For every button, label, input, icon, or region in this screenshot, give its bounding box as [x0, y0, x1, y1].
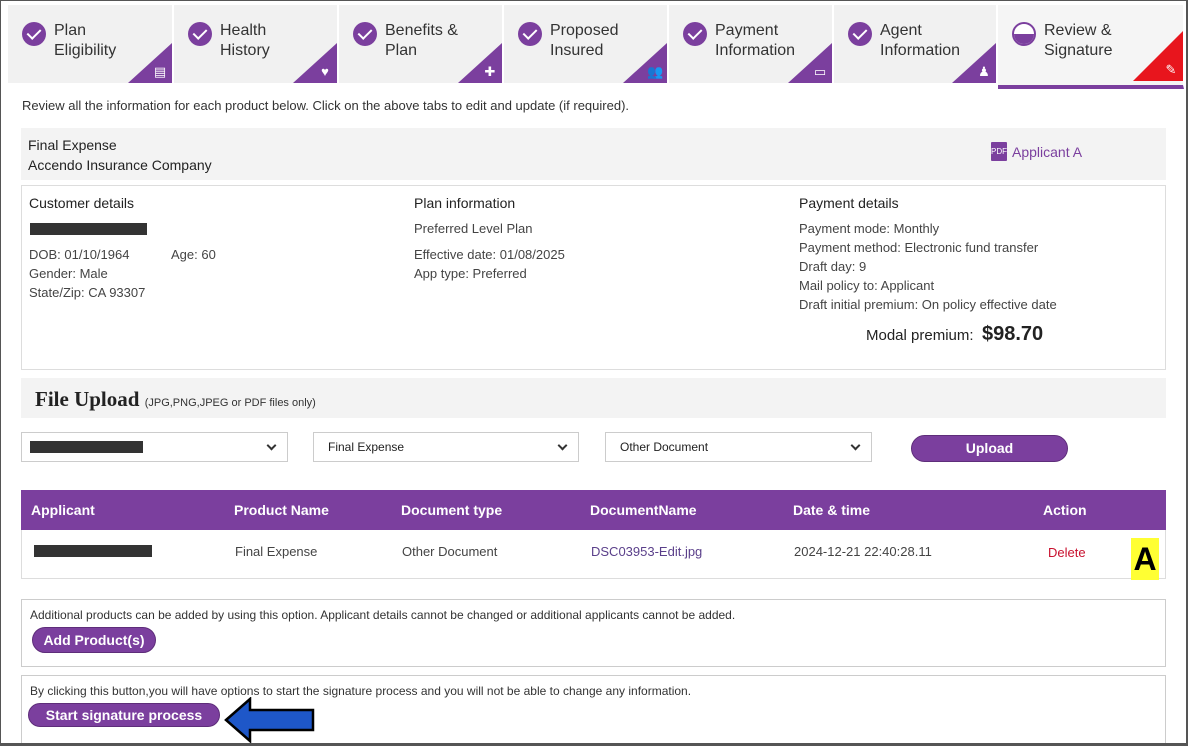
redacted-applicant-name — [34, 545, 152, 557]
applicant-link-label: Applicant A — [1012, 143, 1083, 160]
product-header: Final Expense Accendo Insurance Company … — [21, 128, 1166, 180]
header-document-name: DocumentName — [590, 502, 697, 518]
tab-payment-information[interactable]: Payment Information ▭ — [669, 5, 833, 83]
customer-dob: DOB: 01/10/1964 — [29, 247, 130, 262]
draft-day: Draft day: 9 — [799, 259, 867, 274]
row-date-time: 2024-12-21 22:40:28.11 — [794, 544, 932, 559]
file-upload-note: (JPG,PNG,JPEG or PDF files only) — [144, 397, 316, 409]
check-circle-icon — [22, 22, 46, 46]
add-products-note: Additional products can be added by usin… — [30, 608, 736, 622]
applicant-pdf-link[interactable]: PDF Applicant A — [991, 142, 1082, 161]
signature-note: By clicking this button,you will have op… — [30, 684, 692, 698]
document-type-select[interactable]: Other Document — [605, 432, 872, 462]
tab-label-line1: Agent — [880, 22, 922, 39]
customer-heading: Customer details — [29, 195, 135, 211]
product-select-value: Final Expense — [328, 440, 405, 454]
customer-state-zip: State/Zip: CA 93307 — [29, 285, 146, 300]
product-name: Final Expense — [28, 137, 117, 153]
tab-label-line2: Eligibility — [54, 42, 117, 59]
row-product-name: Final Expense — [235, 544, 318, 559]
check-circle-icon — [353, 22, 377, 46]
add-products-button[interactable]: Add Product(s) — [32, 627, 156, 653]
plan-app-type: App type: Preferred — [414, 266, 527, 281]
header-product-name: Product Name — [234, 502, 329, 518]
plan-heading: Plan information — [414, 195, 516, 211]
payment-method: Payment method: Electronic fund transfer — [799, 240, 1039, 255]
check-circle-icon — [518, 22, 542, 46]
tab-label-line1: Payment — [715, 22, 779, 39]
row-document-type: Other Document — [402, 544, 498, 559]
tab-label-line2: Information — [715, 42, 796, 59]
step-tabs: Plan Eligibility ▤ Health History ♥ Benefi… — [8, 5, 1184, 89]
add-products-panel: Additional products can be added by usin… — [21, 599, 1166, 667]
medical-kit-icon: ✚ — [484, 64, 496, 79]
payment-heading: Payment details — [799, 195, 899, 211]
signature-panel: By clicking this button,you will have op… — [21, 675, 1166, 743]
product-select[interactable]: Final Expense — [313, 432, 579, 462]
tab-proposed-insured[interactable]: Proposed Insured 👥 — [504, 5, 668, 83]
tab-health-history[interactable]: Health History ♥ — [174, 5, 338, 83]
chevron-down-icon — [557, 440, 568, 451]
modal-premium-label: Modal premium: — [866, 327, 974, 344]
tab-label-line2: Plan — [385, 42, 418, 59]
tab-agent-information[interactable]: Agent Information ♟ — [834, 5, 997, 83]
header-action: Action — [1043, 502, 1087, 518]
customer-age: Age: 60 — [171, 247, 216, 262]
delete-link[interactable]: Delete — [1048, 545, 1086, 560]
annotation-label-a: A — [1131, 538, 1159, 580]
check-circle-icon — [848, 22, 872, 46]
modal-premium-value: $98.70 — [982, 323, 1044, 345]
details-panel: Customer details DOB: 01/10/1964 Age: 60… — [21, 185, 1166, 370]
tab-plan-eligibility[interactable]: Plan Eligibility ▤ — [8, 5, 173, 83]
table-row: Final Expense Other Document DSC03953-Ed… — [21, 530, 1166, 579]
tab-label-line1: Proposed — [550, 22, 619, 39]
header-date-time: Date & time — [793, 502, 871, 518]
tab-label-line1: Review & — [1044, 22, 1112, 39]
tab-label-line2: Information — [880, 42, 961, 59]
heart-pulse-icon: ♥ — [321, 64, 329, 79]
check-circle-icon — [683, 22, 707, 46]
people-icon: 👥 — [647, 64, 664, 79]
document-icon: ▤ — [153, 64, 167, 79]
blue-arrow-icon — [224, 697, 315, 743]
row-document-link[interactable]: DSC03953-Edit.jpg — [591, 544, 702, 559]
intro-text: Review all the information for each prod… — [22, 98, 630, 113]
tab-label-line2: History — [220, 42, 270, 59]
customer-gender: Gender: Male — [29, 266, 108, 281]
tab-review-signature[interactable]: Review & Signature ✎ — [998, 5, 1184, 89]
tab-label-line1: Plan — [54, 22, 87, 39]
half-circle-icon — [1012, 22, 1036, 46]
file-upload-title: File Upload (JPG,PNG,JPEG or PDF files o… — [35, 387, 316, 412]
upload-button[interactable]: Upload — [911, 435, 1068, 462]
redacted-applicant — [30, 441, 143, 453]
draft-initial-premium: Draft initial premium: On policy effecti… — [799, 297, 1057, 312]
plan-name: Preferred Level Plan — [414, 221, 533, 236]
plan-effective-date: Effective date: 01/08/2025 — [414, 247, 565, 262]
check-circle-icon — [188, 22, 212, 46]
tab-label-line1: Health — [220, 22, 267, 39]
table-header: Applicant Product Name Document type Doc… — [21, 490, 1166, 530]
start-signature-button[interactable]: Start signature process — [28, 703, 220, 727]
redacted-name — [30, 223, 147, 235]
agent-icon: ♟ — [978, 64, 990, 79]
header-document-type: Document type — [401, 502, 503, 518]
header-applicant: Applicant — [31, 502, 95, 518]
chevron-down-icon — [850, 440, 861, 451]
tab-label-line1: Benefits & — [385, 22, 458, 39]
product-company: Accendo Insurance Company — [28, 157, 212, 173]
signature-icon: ✎ — [1165, 62, 1177, 77]
card-icon: ▭ — [813, 64, 827, 79]
tab-benefits-plan[interactable]: Benefits & Plan ✚ — [339, 5, 503, 83]
chevron-down-icon — [266, 440, 277, 451]
pdf-icon: PDF — [991, 142, 1007, 161]
tab-label-line2: Signature — [1044, 42, 1113, 59]
tab-label-line2: Insured — [550, 42, 604, 59]
file-upload-header: File Upload (JPG,PNG,JPEG or PDF files o… — [21, 378, 1166, 418]
document-type-select-value: Other Document — [620, 440, 709, 454]
applicant-select[interactable] — [21, 432, 288, 462]
file-upload-title-text: File Upload — [35, 387, 140, 411]
payment-mode: Payment mode: Monthly — [799, 221, 940, 236]
mail-policy: Mail policy to: Applicant — [799, 278, 935, 293]
modal-premium: Modal premium: $98.70 — [866, 323, 1043, 346]
